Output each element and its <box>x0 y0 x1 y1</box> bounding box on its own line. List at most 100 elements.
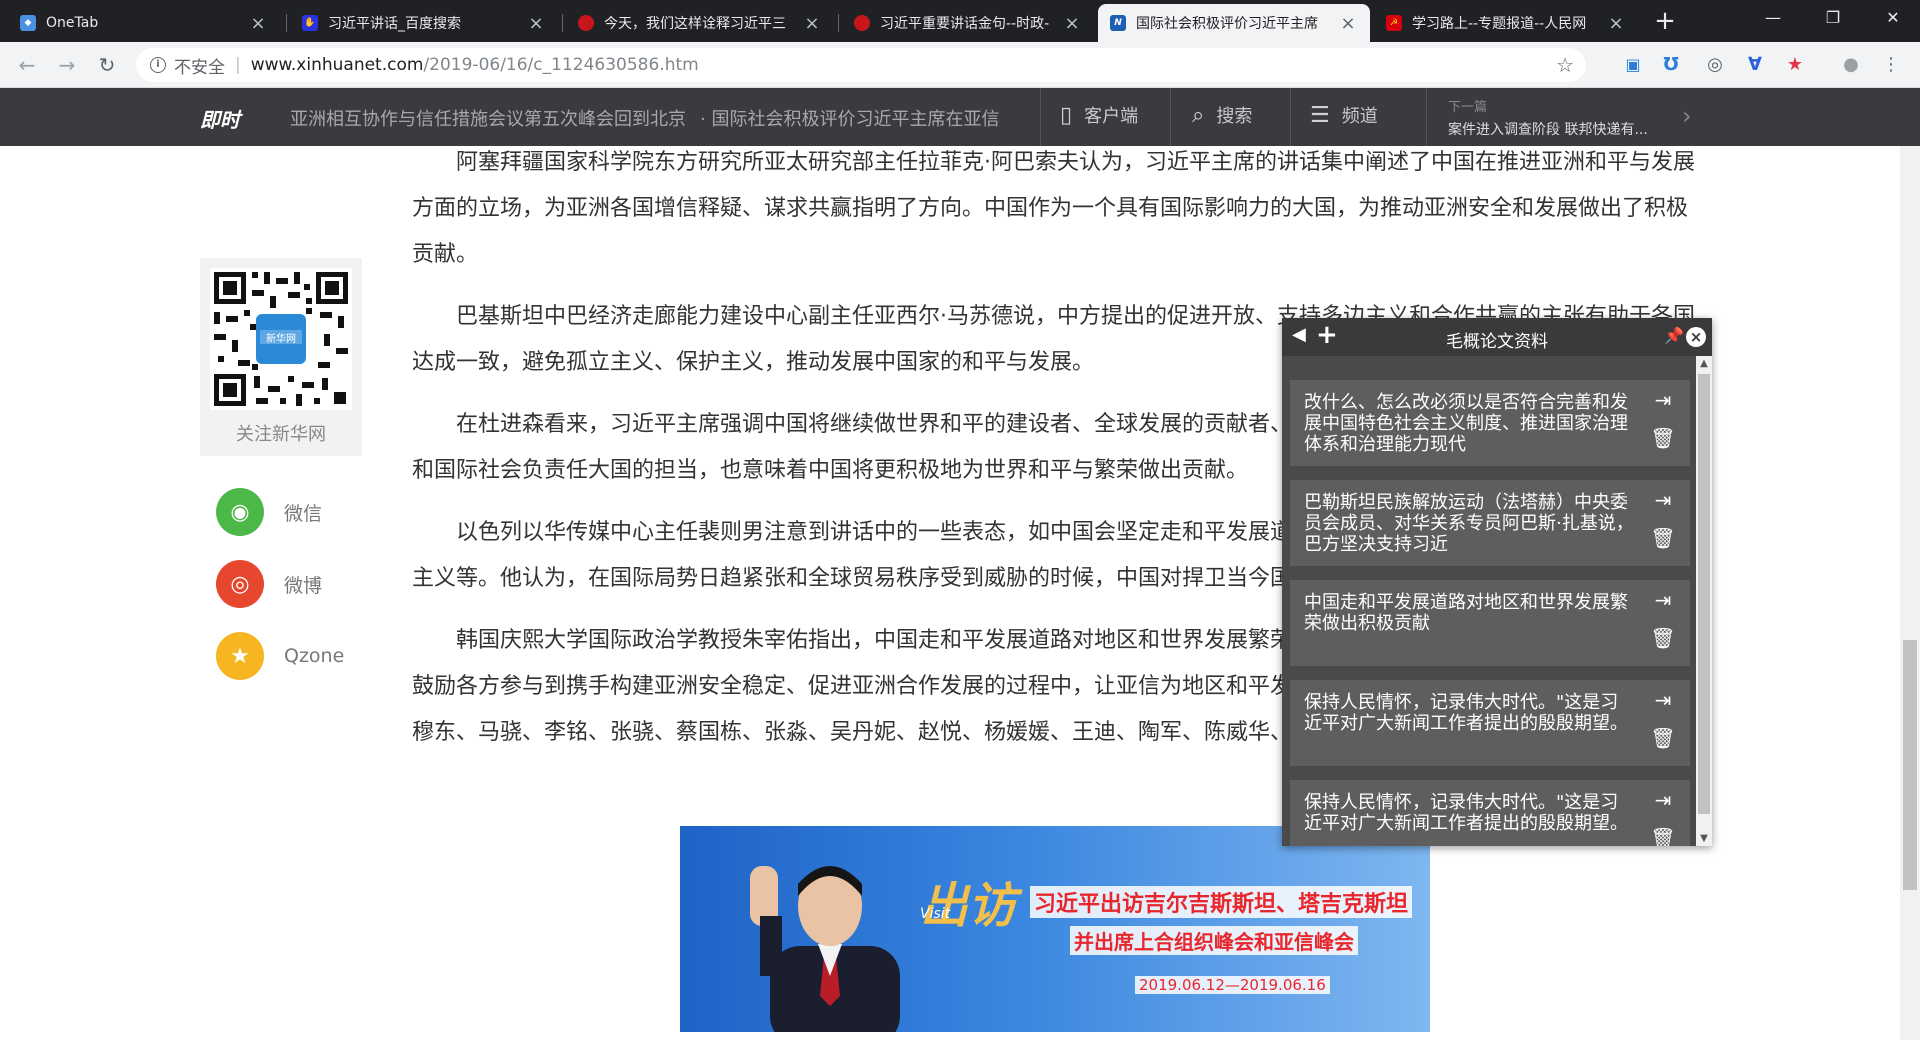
window-close-button[interactable]: ✕ <box>1870 0 1916 36</box>
close-icon[interactable]: × <box>248 13 268 34</box>
ticker-headline[interactable]: 亚洲相互协作与信任措施会议第五次峰会回到北京 <box>290 105 686 131</box>
wechat-icon: ◉ <box>216 488 264 536</box>
info-icon[interactable]: i <box>150 57 166 73</box>
extension-v-icon[interactable]: ∀ <box>1742 52 1768 78</box>
tab-people-1[interactable]: 今天，我们这样诠释习近平三 × <box>566 4 834 42</box>
divider <box>1290 88 1291 146</box>
export-icon[interactable]: ⇥ <box>1650 490 1676 516</box>
new-tab-button[interactable]: + <box>1650 8 1680 36</box>
qr-caption: 关注新华网 <box>236 424 326 445</box>
close-icon[interactable]: × <box>526 13 546 34</box>
divider <box>1426 88 1427 146</box>
note-item[interactable]: 保持人民情怀，记录伟大时代。"这是习近平对广大新闻工作者提出的殷殷期望。 ⇥ 🗑 <box>1290 780 1690 846</box>
note-item[interactable]: 保持人民情怀，记录伟大时代。"这是习近平对广大新闻工作者提出的殷殷期望。 ⇥ 🗑 <box>1290 680 1690 766</box>
bookmark-star-icon[interactable]: ☆ <box>1556 53 1574 77</box>
extension-star-icon[interactable]: ★ <box>1782 52 1808 78</box>
profile-avatar-icon[interactable]: ● <box>1838 52 1864 78</box>
trash-icon[interactable]: 🗑 <box>1650 728 1676 754</box>
browser-toolbar: ← → ↻ i 不安全 | www.xinhuanet.com /2019-06… <box>0 42 1920 88</box>
share-weibo[interactable]: ◎ 微博 <box>216 560 322 608</box>
close-icon[interactable]: × <box>1338 13 1358 34</box>
next-article-link[interactable]: 下一篇 案件进入调查阶段 联邦快递有... <box>1448 96 1688 139</box>
back-button[interactable]: ← <box>12 50 42 80</box>
notes-popup: ◀ + 毛概论文资料 📌 × 改什么、怎么改必须以是否符合完善和发展中国特色社会… <box>1282 318 1712 846</box>
share-label: 微博 <box>284 574 323 597</box>
close-icon[interactable]: × <box>1062 13 1082 34</box>
maximize-button[interactable]: ❐ <box>1810 0 1856 36</box>
scrollbar-thumb[interactable] <box>1903 640 1917 890</box>
export-icon[interactable]: ⇥ <box>1650 390 1676 416</box>
hamburger-icon: ☰ <box>1310 102 1330 128</box>
export-icon[interactable]: ⇥ <box>1650 790 1676 816</box>
scroll-up-icon[interactable]: ▲ <box>1696 358 1712 369</box>
trash-icon[interactable]: 🗑 <box>1650 428 1676 454</box>
note-item[interactable]: 改什么、怎么改必须以是否符合完善和发展中国特色社会主义制度、推进国家治理体系和治… <box>1290 380 1690 466</box>
minimize-button[interactable]: — <box>1750 0 1796 36</box>
share-qzone[interactable]: ★ Qzone <box>216 632 344 680</box>
ticker-headline-2[interactable]: · 国际社会积极评价习近平主席在亚信 <box>700 105 1000 131</box>
scroll-down-icon[interactable]: ▼ <box>1696 833 1712 844</box>
onetab-icon: ◆ <box>20 15 36 31</box>
export-icon[interactable]: ⇥ <box>1650 590 1676 616</box>
scrollbar-thumb[interactable] <box>1698 374 1710 814</box>
share-wechat[interactable]: ◉ 微信 <box>216 488 322 536</box>
security-status: 不安全 <box>174 57 225 78</box>
banner-subtitle: 并出席上合组织峰会和亚信峰会 <box>1070 926 1358 955</box>
note-text: 巴勒斯坦民族解放运动（法塔赫）中央委员会成员、对华关系专员阿巴斯·扎基说，巴方坚… <box>1304 492 1634 555</box>
menu-kebab-icon[interactable]: ⋮ <box>1878 52 1904 78</box>
extension-new-icon[interactable]: ▣ <box>1620 52 1646 78</box>
qr-follow-box: 新华网 关注新华网 <box>200 258 362 456</box>
note-item[interactable]: 中国走和平发展道路对地区和世界发展繁荣做出积极贡献 ⇥ 🗑 <box>1290 580 1690 666</box>
tab-strip: ◆ OneTab × ✋ 习近平讲话_百度搜索 × 今天，我们这样诠释习近平三 … <box>0 0 1920 42</box>
page-scrollbar[interactable] <box>1900 146 1920 1040</box>
extension-t-icon[interactable]: Ʊ <box>1658 52 1684 78</box>
trash-icon[interactable]: 🗑 <box>1650 828 1676 847</box>
tab-people-topic[interactable]: ☭ 学习路上--专题报道--人民网 × <box>1374 4 1638 42</box>
tab-onetab[interactable]: ◆ OneTab × <box>8 4 280 42</box>
app-client-button[interactable]: ▯ 客户端 <box>1060 102 1138 128</box>
xinhua-news-icon: N <box>1110 15 1126 31</box>
address-bar[interactable]: i 不安全 | www.xinhuanet.com /2019-06/16/c_… <box>136 48 1586 82</box>
channel-button[interactable]: ☰ 频道 <box>1310 102 1378 128</box>
site-top-bar: 即时 亚洲相互协作与信任措施会议第五次峰会回到北京 · 国际社会积极评价习近平主… <box>0 88 1920 146</box>
next-article-title: 案件进入调查阶段 联邦快递有... <box>1448 122 1648 138</box>
pin-icon[interactable]: 📌 <box>1664 326 1684 345</box>
site-search-button[interactable]: ⌕ 搜索 <box>1192 102 1252 128</box>
divider <box>1170 88 1171 146</box>
app-client-label: 客户端 <box>1084 106 1139 127</box>
divider: | <box>235 55 241 75</box>
tab-title: 今天，我们这样诠释习近平三 <box>604 16 786 32</box>
reload-button[interactable]: ↻ <box>92 50 122 80</box>
weibo-icon: ◎ <box>216 560 264 608</box>
note-text: 改什么、怎么改必须以是否符合完善和发展中国特色社会主义制度、推进国家治理体系和治… <box>1304 392 1628 455</box>
extension-at-icon[interactable]: ◎ <box>1702 52 1728 78</box>
tab-people-2[interactable]: 习近平重要讲话金句--时政- × <box>842 4 1094 42</box>
site-logo[interactable]: 即时 <box>200 104 240 133</box>
notes-scrollbar[interactable]: ▲ ▼ <box>1696 356 1712 846</box>
tab-baidu[interactable]: ✋ 习近平讲话_百度搜索 × <box>290 4 558 42</box>
export-icon[interactable]: ⇥ <box>1650 690 1676 716</box>
share-label: Qzone <box>284 645 345 667</box>
url-path: /2019-06/16/c_1124630586.htm <box>423 55 699 75</box>
search-icon: ⌕ <box>1192 102 1205 128</box>
tab-xinhua-active[interactable]: N 国际社会积极评价习近平主席 × <box>1098 4 1370 42</box>
url-host: www.xinhuanet.com <box>250 55 424 75</box>
visit-banner[interactable]: 出访 Visit 习近平出访吉尔吉斯斯坦、塔吉克斯坦 并出席上合组织峰会和亚信峰… <box>680 826 1430 1032</box>
chevron-right-icon[interactable]: › <box>1682 102 1692 130</box>
note-text: 保持人民情怀，记录伟大时代。"这是习近平对广大新闻工作者提出的殷殷期望。 <box>1304 692 1628 734</box>
baidu-icon: ✋ <box>302 15 318 31</box>
note-text: 保持人民情怀，记录伟大时代。"这是习近平对广大新闻工作者提出的殷殷期望。 <box>1304 792 1628 834</box>
note-item[interactable]: 巴勒斯坦民族解放运动（法塔赫）中央委员会成员、对华关系专员阿巴斯·扎基说，巴方坚… <box>1290 480 1690 566</box>
share-label: 微信 <box>284 502 323 525</box>
tab-title: 国际社会积极评价习近平主席 <box>1136 16 1318 32</box>
trash-icon[interactable]: 🗑 <box>1650 628 1676 654</box>
trash-icon[interactable]: 🗑 <box>1650 528 1676 554</box>
forward-button[interactable]: → <box>52 50 82 80</box>
close-icon[interactable]: × <box>1606 13 1626 34</box>
banner-dates: 2019.06.12—2019.06.16 <box>1135 976 1330 994</box>
tab-separator <box>562 14 563 32</box>
tab-separator <box>838 14 839 32</box>
close-icon[interactable]: × <box>1686 327 1706 347</box>
channel-label: 频道 <box>1341 106 1378 127</box>
close-icon[interactable]: × <box>802 13 822 34</box>
